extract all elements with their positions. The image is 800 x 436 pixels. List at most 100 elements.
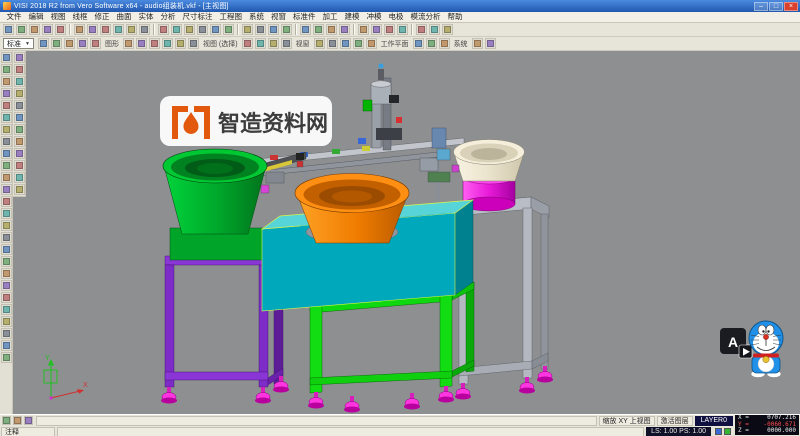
pan-view-icon[interactable] (210, 24, 221, 35)
offset-tool-icon[interactable] (1, 148, 12, 159)
menu-item-8[interactable]: 尺寸标注 (179, 12, 216, 22)
print-preview-icon[interactable] (55, 24, 66, 35)
menu-item-11[interactable]: 视窗 (268, 12, 290, 22)
point-create-icon[interactable] (38, 38, 49, 49)
orange-bowl-feeder[interactable] (295, 174, 409, 244)
scale-tool-icon[interactable] (1, 244, 12, 255)
solid-shell-icon[interactable] (14, 136, 25, 147)
solid-boolean-icon[interactable] (14, 124, 25, 135)
arc-create-icon[interactable] (64, 38, 75, 49)
measure-tool-icon[interactable] (1, 292, 12, 303)
circle-create-icon[interactable] (77, 38, 88, 49)
hatch-tool-icon[interactable] (1, 328, 12, 339)
print-icon[interactable] (42, 24, 53, 35)
workplane-right-icon[interactable] (340, 38, 351, 49)
move-tool-icon[interactable] (1, 220, 12, 231)
line-tool-icon[interactable] (1, 76, 12, 87)
system-info-icon[interactable] (439, 38, 450, 49)
help-icon[interactable] (442, 24, 453, 35)
arc-tool-icon[interactable] (1, 100, 12, 111)
zoom-in-icon[interactable] (158, 24, 169, 35)
copy-icon[interactable] (87, 24, 98, 35)
layer-tool-icon[interactable] (1, 280, 12, 291)
select-edge-icon[interactable] (149, 38, 160, 49)
minimize-button[interactable]: – (754, 2, 768, 11)
menu-item-2[interactable]: 视图 (47, 12, 69, 22)
workplane-icon[interactable] (358, 24, 369, 35)
window-single-icon[interactable] (242, 38, 253, 49)
menu-item-5[interactable]: 曲面 (113, 12, 135, 22)
select-arrow-icon[interactable] (1, 52, 12, 63)
select-element-icon[interactable] (123, 38, 134, 49)
analyze-curvature-icon[interactable] (14, 172, 25, 183)
profile-manager-icon[interactable] (472, 38, 483, 49)
menu-item-9[interactable]: 工程图 (216, 12, 246, 22)
analyze-draft-icon[interactable] (14, 184, 25, 195)
dimension-tool-icon[interactable] (1, 304, 12, 315)
workplane-iso-icon[interactable] (353, 38, 364, 49)
status-layer-value[interactable]: LAYER0 (695, 416, 733, 426)
zoom-window-icon[interactable] (197, 24, 208, 35)
hidden-line-mode-icon[interactable] (326, 24, 337, 35)
view-isometric-icon[interactable] (242, 24, 253, 35)
group-tool-icon[interactable] (1, 340, 12, 351)
rotate-view-icon[interactable] (223, 24, 234, 35)
zoom-fit-icon[interactable] (184, 24, 195, 35)
ellipse-tool-icon[interactable] (1, 124, 12, 135)
surface-loft-icon[interactable] (14, 76, 25, 87)
solid-box-icon[interactable] (14, 100, 25, 111)
entity-snap-icon[interactable] (24, 416, 33, 425)
surface-revolve-icon[interactable] (14, 64, 25, 75)
trim-tool-icon[interactable] (1, 160, 12, 171)
delete-tool-icon[interactable] (1, 268, 12, 279)
cut-icon[interactable] (74, 24, 85, 35)
rectangle-create-icon[interactable] (90, 38, 101, 49)
zoom-out-icon[interactable] (171, 24, 182, 35)
select-face-icon[interactable] (136, 38, 147, 49)
workplane-custom-icon[interactable] (366, 38, 377, 49)
menu-item-14[interactable]: 建模 (341, 12, 363, 22)
white-bowl-feeder[interactable] (454, 140, 525, 182)
menu-item-1[interactable]: 编辑 (25, 12, 47, 22)
menu-item-4[interactable]: 修正 (91, 12, 113, 22)
attributes-icon[interactable] (485, 38, 496, 49)
status-view-indicator[interactable]: 缩放 XY 上视图 (599, 416, 655, 426)
window-quad-icon[interactable] (255, 38, 266, 49)
box-select-icon[interactable] (188, 38, 199, 49)
status-note-field[interactable]: 注释 (1, 427, 55, 436)
properties-tool-icon[interactable] (1, 352, 12, 363)
menu-item-17[interactable]: 模流分析 (407, 12, 444, 22)
selection-filter-icon[interactable] (175, 38, 186, 49)
polyline-tool-icon[interactable] (1, 88, 12, 99)
snap-settings-icon[interactable] (2, 416, 11, 425)
new-file-icon[interactable] (3, 24, 14, 35)
window-tile-icon[interactable] (281, 38, 292, 49)
system-options-icon[interactable] (429, 24, 440, 35)
close-button[interactable]: × (784, 2, 798, 11)
menu-item-16[interactable]: 电极 (385, 12, 407, 22)
snap-toggle-icon[interactable] (384, 24, 395, 35)
shaded-mode-icon[interactable] (300, 24, 311, 35)
menu-item-13[interactable]: 加工 (319, 12, 341, 22)
view-front-icon[interactable] (268, 24, 279, 35)
workplane-front-icon[interactable] (327, 38, 338, 49)
copy-tool-icon[interactable] (1, 256, 12, 267)
surface-extrude-icon[interactable] (14, 52, 25, 63)
measure-icon[interactable] (397, 24, 408, 35)
system-settings-icon[interactable] (413, 38, 424, 49)
delete-icon[interactable] (139, 24, 150, 35)
title-bar[interactable]: VISI 2018 R2 from Vero Software x64 - au… (0, 0, 800, 12)
save-file-icon[interactable] (29, 24, 40, 35)
feature-hole-icon[interactable] (14, 148, 25, 159)
window-cascade-icon[interactable] (268, 38, 279, 49)
extend-tool-icon[interactable] (1, 172, 12, 183)
circle-tool-icon[interactable] (1, 112, 12, 123)
chamfer-tool-icon[interactable] (1, 196, 12, 207)
view-top-icon[interactable] (255, 24, 266, 35)
menu-item-6[interactable]: 实体 (135, 12, 157, 22)
menu-item-10[interactable]: 系统 (246, 12, 268, 22)
workplane-top-icon[interactable] (314, 38, 325, 49)
open-file-icon[interactable] (16, 24, 27, 35)
menu-item-15[interactable]: 冲模 (363, 12, 385, 22)
undo-icon[interactable] (113, 24, 124, 35)
